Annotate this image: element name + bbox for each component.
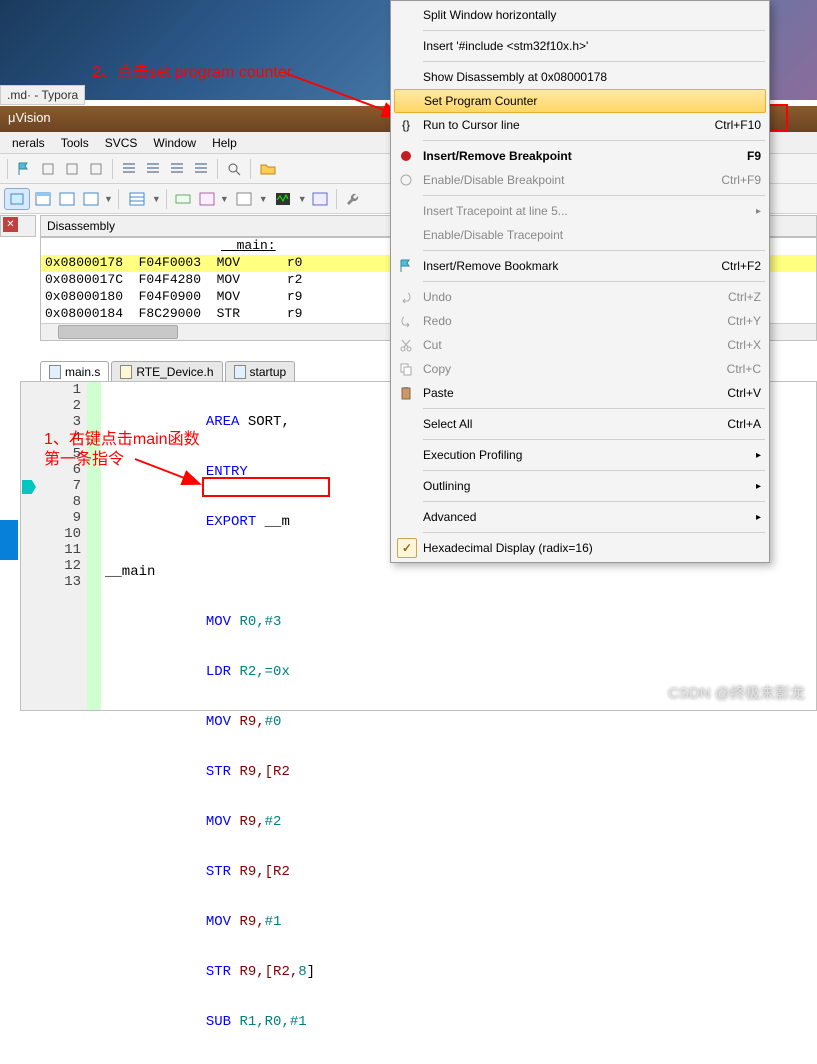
menu-insert-include[interactable]: Insert '#include <stm32f10x.h>' [393,34,767,58]
annotation-2: 2、点击set program counter [92,58,292,82]
menu-split-window[interactable]: Split Window horizontally [393,3,767,27]
selection-marker [0,520,18,560]
menu-set-program-counter[interactable]: Set Program Counter [394,89,766,113]
debug-window2-icon[interactable] [56,188,78,210]
memory-icon[interactable] [196,188,218,210]
tab-rte-device[interactable]: RTE_Device.h [111,361,222,382]
bookmark-clear-icon[interactable] [85,158,107,180]
menu-cut: CutCtrl+X [393,333,767,357]
menu-enable-tracepoint: Enable/Disable Tracepoint [393,223,767,247]
menu-svcs[interactable]: SVCS [97,134,146,152]
debug-step-icon[interactable] [4,188,30,210]
redo-icon [397,312,415,330]
watermark: CSDN @终极末影龙 [668,682,805,703]
context-menu: Split Window horizontally Insert '#inclu… [390,0,770,563]
close-panel-icon[interactable]: ✕ [3,217,18,232]
check-icon: ✓ [397,538,417,558]
undo-icon [397,288,415,306]
find-icon[interactable] [223,158,245,180]
tab-main-s[interactable]: main.s [40,361,109,382]
menu-enable-breakpoint: Enable/Disable BreakpointCtrl+F9 [393,168,767,192]
analyzer-icon[interactable] [270,188,296,210]
file-asm-icon [49,365,61,379]
watch-icon[interactable] [172,188,194,210]
menu-window[interactable]: Window [145,134,204,152]
external-editor-tab: .md· - Typora [0,85,85,105]
menu-help[interactable]: Help [204,134,245,152]
flag-icon[interactable] [13,158,35,180]
uncomment-icon[interactable] [190,158,212,180]
tools-icon[interactable] [342,188,364,210]
menu-insert-tracepoint: Insert Tracepoint at line 5...▸ [393,199,767,223]
indent-icon[interactable] [118,158,140,180]
annotation-1: 1、右键点击main函数第一条指令 [44,430,200,470]
bookmark-prev-icon[interactable] [37,158,59,180]
paste-icon [397,384,415,402]
breakpoint-gutter[interactable] [21,382,39,710]
comment-icon[interactable] [166,158,188,180]
menu-show-disassembly[interactable]: Show Disassembly at 0x08000178 [393,65,767,89]
cut-icon [397,336,415,354]
menu-tools[interactable]: Tools [53,134,97,152]
tab-startup[interactable]: startup [225,361,296,382]
menu-copy: CopyCtrl+C [393,357,767,381]
run-cursor-icon: ⁠{} [397,116,415,134]
menu-advanced[interactable]: Advanced▸ [393,505,767,529]
menu-peripherals[interactable]: nerals [4,134,53,152]
menu-select-all[interactable]: Select AllCtrl+A [393,412,767,436]
trace-icon[interactable] [309,188,331,210]
bookmark-icon [397,257,415,275]
file-asm-icon [234,365,246,379]
debug-window1-icon[interactable] [32,188,54,210]
editor-tabs: main.s RTE_Device.h startup [40,358,297,382]
outdent-icon[interactable] [142,158,164,180]
menu-undo: UndoCtrl+Z [393,285,767,309]
menu-redo: RedoCtrl+Y [393,309,767,333]
folder-icon[interactable] [256,158,280,180]
menu-run-to-cursor[interactable]: ⁠{}Run to Cursor lineCtrl+F10 [393,113,767,137]
breakpoint-icon [397,147,415,165]
serial-icon[interactable] [231,188,257,210]
menu-outlining[interactable]: Outlining▸ [393,474,767,498]
menu-paste[interactable]: PasteCtrl+V [393,381,767,405]
debug-window3-icon[interactable] [80,188,102,210]
menu-insert-bookmark[interactable]: Insert/Remove BookmarkCtrl+F2 [393,254,767,278]
copy-icon [397,360,415,378]
register-icon[interactable] [124,188,150,210]
menu-hexadecimal-display[interactable]: ✓Hexadecimal Display (radix=16) [393,536,767,560]
menu-insert-breakpoint[interactable]: Insert/Remove BreakpointF9 [393,144,767,168]
file-header-icon [120,365,132,379]
breakpoint-disabled-icon [397,171,415,189]
bookmark-next-icon[interactable] [61,158,83,180]
menu-execution-profiling[interactable]: Execution Profiling▸ [393,443,767,467]
